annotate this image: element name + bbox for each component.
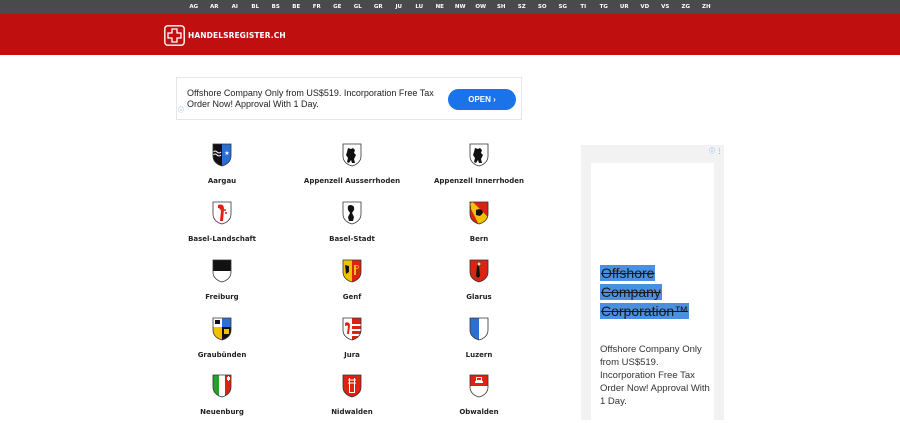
canton-link-jura[interactable]: Jura	[292, 317, 412, 359]
coat-of-arms-icon	[292, 259, 412, 283]
coat-of-arms-icon	[419, 143, 539, 167]
canton-name: Basel-Stadt	[329, 235, 375, 243]
site-header: HANDELSREGISTER.CH	[0, 14, 900, 55]
canton-link-obwalden[interactable]: Obwalden	[419, 374, 539, 416]
canton-name: Basel-Landschaft	[188, 235, 256, 243]
coat-of-arms-icon	[162, 374, 282, 398]
canton-link-aargau[interactable]: ★ Aargau	[162, 143, 282, 185]
side-ad[interactable]: ⓘ ⋮ Offshore Company Corporation™ Offsho…	[581, 145, 724, 423]
coat-of-arms-icon	[292, 317, 412, 341]
canton-link-nidwalden[interactable]: Nidwalden	[292, 374, 412, 416]
canton-link-appenzell-ausserrhoden[interactable]: Appenzell Ausserrhoden	[292, 143, 412, 185]
canton-link-appenzell-innerrhoden[interactable]: Appenzell Innerrhoden	[419, 143, 539, 185]
nav-canton-zh[interactable]: ZH	[696, 0, 717, 14]
coat-of-arms-icon	[292, 374, 412, 398]
canton-link-genf[interactable]: Genf	[292, 259, 412, 301]
nav-canton-fr[interactable]: FR	[307, 0, 328, 14]
nav-canton-gr[interactable]: GR	[368, 0, 389, 14]
nav-canton-gl[interactable]: GL	[348, 0, 369, 14]
nav-canton-nw[interactable]: NW	[450, 0, 471, 14]
nav-canton-vs[interactable]: VS	[655, 0, 676, 14]
coat-of-arms-icon	[292, 201, 412, 225]
ad-open-button[interactable]: OPEN ›	[448, 89, 516, 110]
canton-name: Graubünden	[197, 351, 247, 359]
coat-of-arms-icon	[419, 317, 539, 341]
nav-canton-ag[interactable]: AG	[184, 0, 205, 14]
canton-link-basel-stadt[interactable]: Basel-Stadt	[292, 201, 412, 243]
coat-of-arms-icon	[419, 259, 539, 283]
nav-canton-sh[interactable]: SH	[491, 0, 512, 14]
canton-link-luzern[interactable]: Luzern	[419, 317, 539, 359]
canton-top-nav: AG AR AI BL BS BE FR GE GL GR JU LU NE NW OW SH SZ SO SG TI…	[0, 0, 900, 14]
canton-link-basel-landschaft[interactable]: Basel-Landschaft	[162, 201, 282, 243]
canton-name: Appenzell Innerrhoden	[434, 177, 524, 185]
nav-canton-ju[interactable]: JU	[389, 0, 410, 14]
nav-canton-sg[interactable]: SG	[553, 0, 574, 14]
nav-canton-bl[interactable]: BL	[245, 0, 266, 14]
ad-info-icon[interactable]: ⓘ ⋮	[709, 146, 723, 155]
coat-of-arms-icon	[419, 374, 539, 398]
coat-of-arms-icon: ★	[162, 143, 282, 167]
nav-canton-ge[interactable]: GE	[327, 0, 348, 14]
nav-canton-so[interactable]: SO	[532, 0, 553, 14]
nav-canton-be[interactable]: BE	[286, 0, 307, 14]
coat-of-arms-icon	[162, 201, 282, 225]
canton-name: Obwalden	[459, 408, 499, 416]
canton-name: Genf	[342, 293, 362, 301]
canton-link-freiburg[interactable]: Freiburg	[162, 259, 282, 301]
canton-link-graub-nden[interactable]: Graubünden	[162, 317, 282, 359]
nav-canton-sz[interactable]: SZ	[512, 0, 533, 14]
nav-canton-ur[interactable]: UR	[614, 0, 635, 14]
canton-name: Luzern	[465, 351, 493, 359]
nav-canton-zg[interactable]: ZG	[676, 0, 697, 14]
side-ad-content[interactable]: Offshore Company Corporation™ Offshore C…	[591, 163, 714, 423]
canton-name: Neuenburg	[200, 408, 244, 416]
svg-text:★: ★	[224, 150, 229, 157]
canton-name: Glarus	[466, 293, 492, 301]
canton-name: Appenzell Ausserrhoden	[303, 177, 401, 185]
canton-name: Jura	[344, 351, 360, 359]
nav-canton-ne[interactable]: NE	[430, 0, 451, 14]
canton-link-glarus[interactable]: Glarus	[419, 259, 539, 301]
nav-canton-ai[interactable]: AI	[225, 0, 246, 14]
site-logo[interactable]: HANDELSREGISTER.CH	[164, 25, 286, 46]
nav-canton-ow[interactable]: OW	[471, 0, 492, 14]
nav-canton-ti[interactable]: TI	[573, 0, 594, 14]
coat-of-arms-icon	[292, 143, 412, 167]
coat-of-arms-icon	[162, 259, 282, 283]
coat-of-arms-icon	[162, 317, 282, 341]
logo-cross-icon	[164, 25, 185, 46]
ad-info-icon[interactable]: ⓘ	[178, 105, 184, 114]
nav-canton-tg[interactable]: TG	[594, 0, 615, 14]
coat-of-arms-icon	[419, 201, 539, 225]
nav-canton-ar[interactable]: AR	[204, 0, 225, 14]
side-ad-body: Offshore Company Only from US$519. Incor…	[600, 344, 710, 407]
canton-name: Bern	[469, 235, 489, 243]
canton-name: Freiburg	[205, 293, 239, 301]
site-name: HANDELSREGISTER.CH	[188, 31, 286, 40]
nav-canton-lu[interactable]: LU	[409, 0, 430, 14]
ad-text: Offshore Company Only from US$519. Incor…	[187, 88, 434, 109]
canton-name: Aargau	[207, 177, 237, 185]
canton-link-bern[interactable]: Bern	[419, 201, 539, 243]
nav-canton-bs[interactable]: BS	[266, 0, 287, 14]
nav-canton-vd[interactable]: VD	[635, 0, 656, 14]
canton-link-neuenburg[interactable]: Neuenburg	[162, 374, 282, 416]
side-ad-title[interactable]: Offshore Company Corporation™	[600, 264, 705, 321]
top-banner-ad[interactable]: Offshore Company Only from US$519. Incor…	[176, 77, 522, 120]
canton-name: Nidwalden	[331, 408, 373, 416]
